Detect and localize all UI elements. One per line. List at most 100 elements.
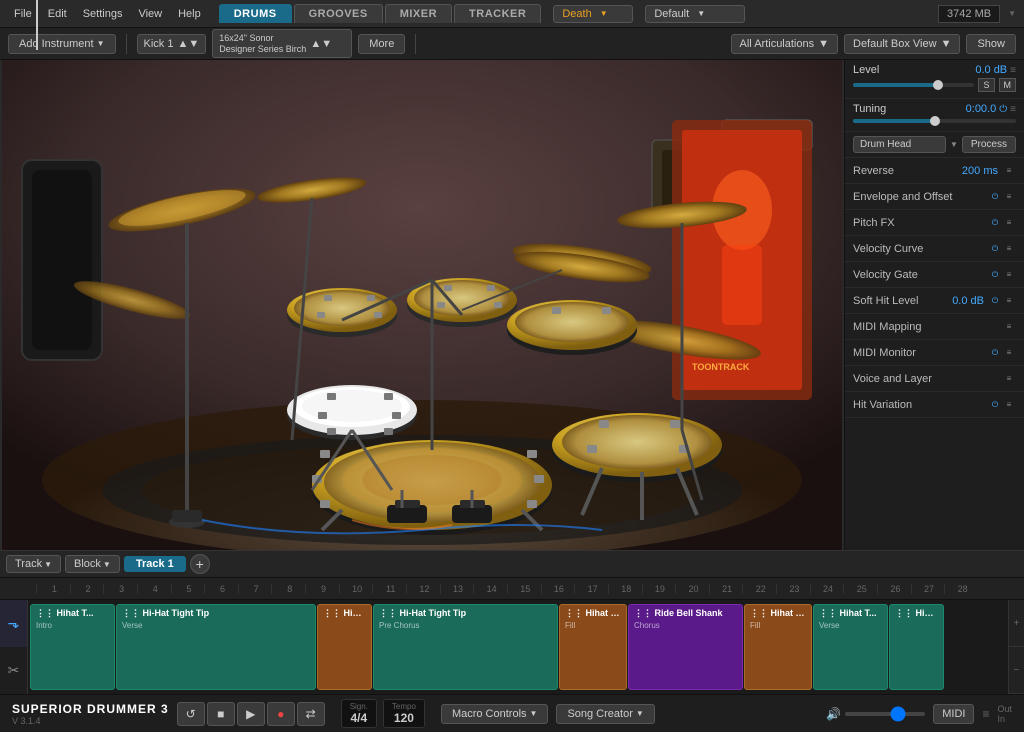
drum-head-arrow[interactable]: ▼ [950,140,958,149]
block-fill3[interactable]: ⋮⋮ Hihat T... Fill [744,604,812,690]
block-fill1-title: ⋮⋮ Hihat T... [323,608,366,619]
hit-variation-power-icon[interactable]: ⏻ [988,398,1002,412]
right-panel: Level 0.0 dB ≡ S M Tuning 0:00.0 [844,60,1024,550]
app-logo: SUPERIOR DRUMMER 3 V 3.1.4 [12,702,169,726]
volume-slider[interactable] [845,712,925,716]
tuning-slider[interactable] [853,119,1016,123]
rewind-button[interactable]: ↺ [177,702,205,726]
tnum-12: 12 [406,584,440,594]
velocity-gate-power-icon[interactable]: ⏻ [988,268,1002,282]
envelope-power-icon[interactable]: ⏻ [988,190,1002,204]
midi-monitor-power-icon[interactable]: ⏻ [988,346,1002,360]
drum-head-selector[interactable]: Drum Head [853,136,946,153]
drum-kit-area[interactable]: TOONTRACK [0,60,844,550]
tab-tracker[interactable]: TRACKER [454,4,541,23]
tab-grooves[interactable]: GROOVES [294,4,383,23]
tnum-15: 15 [507,584,541,594]
level-slider[interactable] [853,83,974,87]
midi-button[interactable]: MIDI [933,704,974,724]
midi-mapping-menu-icon[interactable]: ≡ [1002,320,1016,334]
midi-menu-icon[interactable]: ≡ [982,707,989,721]
pitch-fx-row: Pitch FX ⏻ ≡ [845,210,1024,236]
block-fill2-title: ⋮⋮ Hihat T... [565,608,621,619]
zoom-out-button[interactable]: − [1009,647,1024,694]
out-in-group: Out In [997,704,1012,724]
level-label-row: Level 0.0 dB ≡ [853,64,1016,76]
kit-preset-selector[interactable]: Death ▼ [553,5,633,23]
stop-button[interactable]: ■ [207,702,235,726]
more-button[interactable]: More [358,34,405,54]
pitch-fx-menu-icon[interactable]: ≡ [1002,216,1016,230]
reverse-menu-icon[interactable]: ≡ [1002,164,1016,178]
block-fill2[interactable]: ⋮⋮ Hihat T... Fill [559,604,627,690]
velocity-curve-power-icon[interactable]: ⏻ [988,242,1002,256]
block-button[interactable]: Block ▼ [65,555,120,573]
soft-hit-menu-icon[interactable]: ≡ [1002,294,1016,308]
block-verse2[interactable]: ⋮⋮ Hihat T... Verse [813,604,888,690]
level-menu-icon[interactable]: ≡ [1010,65,1016,76]
blocks-container: ⋮⋮ Hihat T... Intro ⋮⋮ Hi-Hat Tight Tip … [28,600,1008,694]
svg-text:TOONTRACK: TOONTRACK [692,362,750,372]
mem-dropdown-arrow[interactable]: ▼ [1008,9,1016,18]
velocity-gate-row: Velocity Gate ⏻ ≡ [845,262,1024,288]
tnum-13: 13 [440,584,474,594]
tnum-10: 10 [339,584,373,594]
tool-icons: ⬎ ✂ [0,600,28,694]
process-button[interactable]: Process [962,136,1016,153]
solo-button[interactable]: S [978,78,994,92]
play-button[interactable]: ▶ [237,702,265,726]
show-button[interactable]: Show [966,34,1016,54]
voice-layer-menu-icon[interactable]: ≡ [1002,372,1016,386]
box-view-selector[interactable]: Default Box View ▼ [844,34,960,54]
tab-drums[interactable]: DRUMS [219,4,292,23]
menu-settings[interactable]: Settings [77,6,129,22]
scissors-tool[interactable]: ✂ [0,647,27,694]
hit-variation-label: Hit Variation [853,399,988,411]
loop-button[interactable]: ⇄ [297,702,325,726]
tnum-4: 4 [137,584,171,594]
voice-layer-label: Voice and Layer [853,373,1002,385]
bottom-area: Track ▼ Block ▼ Track 1 + 1 2 3 4 5 6 7 … [0,550,1024,694]
velocity-curve-menu-icon[interactable]: ≡ [1002,242,1016,256]
velocity-gate-menu-icon[interactable]: ≡ [1002,268,1016,282]
song-creator-arrow: ▼ [636,709,644,718]
menu-help[interactable]: Help [172,6,207,22]
soft-hit-power-icon[interactable]: ⏻ [988,294,1002,308]
record-button[interactable]: ● [267,702,295,726]
block-verse[interactable]: ⋮⋮ Hi-Hat Tight Tip Verse [116,604,316,690]
tuning-power-icon[interactable]: ⏻ [999,104,1007,115]
envelope-menu-icon[interactable]: ≡ [1002,190,1016,204]
hit-variation-menu-icon[interactable]: ≡ [1002,398,1016,412]
block-intro[interactable]: ⋮⋮ Hihat T... Intro [30,604,115,690]
kick-selector[interactable]: Kick 1 ▲▼ [137,34,207,54]
macro-arrow: ▼ [530,709,538,718]
tempo-box[interactable]: Tempo 120 [383,699,425,728]
tuning-value: 0:00.0 [966,103,997,115]
macro-controls-button[interactable]: Macro Controls ▼ [441,704,549,724]
zoom-in-button[interactable]: + [1009,600,1024,647]
menu-file[interactable]: File [8,6,38,22]
arrow-tool[interactable]: ⬎ [0,600,27,647]
pitch-fx-power-icon[interactable]: ⏻ [988,216,1002,230]
add-track-button[interactable]: + [190,554,210,574]
tuning-menu-icon[interactable]: ≡ [1010,104,1016,115]
app-version: V 3.1.4 [12,716,169,726]
menu-view[interactable]: View [132,6,168,22]
block-end[interactable]: ⋮⋮ Hihat T... [889,604,944,690]
snare-selector[interactable]: 16x24" SonorDesigner Series Birch ▲▼ [212,29,352,59]
block-prechorus[interactable]: ⋮⋮ Hi-Hat Tight Tip Pre Chorus [373,604,558,690]
mute-button[interactable]: M [999,78,1017,92]
midi-monitor-menu-icon[interactable]: ≡ [1002,346,1016,360]
default-preset-selector[interactable]: Default ▼ [645,5,745,23]
articulations-selector[interactable]: All Articulations ▼ [731,34,838,54]
track-button[interactable]: Track ▼ [6,555,61,573]
block-fill1[interactable]: ⋮⋮ Hihat T... [317,604,372,690]
sign-box[interactable]: Sign. 4/4 [341,699,377,728]
menu-edit[interactable]: Edit [42,6,73,22]
song-creator-button[interactable]: Song Creator ▼ [556,704,654,724]
block-chorus[interactable]: ⋮⋮ Ride Bell Shank Chorus [628,604,743,690]
add-instrument-button[interactable]: Add Instrument ▼ [8,34,116,54]
tnum-9: 9 [305,584,339,594]
tnum-3: 3 [103,584,137,594]
tab-mixer[interactable]: MIXER [385,4,452,23]
